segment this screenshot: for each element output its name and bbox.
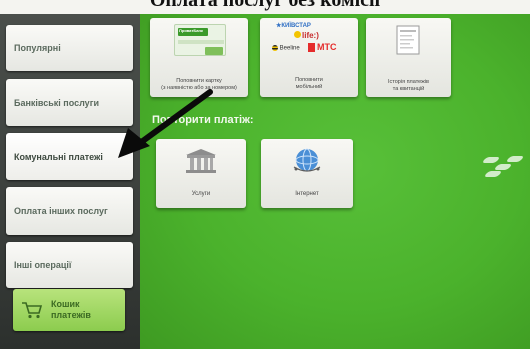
repeat-internet-tile[interactable]: Інтернет bbox=[261, 139, 353, 208]
repeat-payment-title: Повторити платіж: bbox=[152, 114, 254, 126]
tile-caption: Поповнити картку (з наявністю або за ном… bbox=[161, 78, 237, 91]
card-image: ПриватБанк bbox=[174, 24, 226, 56]
sidebar-item-label: Інші операції bbox=[14, 260, 72, 270]
card-brand: ПриватБанк bbox=[179, 28, 203, 33]
main-screen: ПриватБанк Поповнити картку (з наявністю… bbox=[140, 14, 530, 349]
sidebar-item-banking[interactable]: Банківські послуги bbox=[6, 79, 133, 126]
tile-caption: Поповнити мобільний bbox=[295, 77, 323, 90]
mts-logo: МТС bbox=[308, 42, 337, 53]
receipt-icon bbox=[396, 25, 420, 55]
cropped-heading: Оплата послуг без комісії bbox=[149, 0, 381, 11]
globe-network-icon bbox=[293, 148, 321, 172]
payment-cart-button[interactable]: Кошик платежів bbox=[13, 289, 125, 331]
life-logo: life:) bbox=[294, 31, 319, 40]
card-chip bbox=[205, 47, 223, 55]
sidebar-item-other-operations[interactable]: Інші операції bbox=[6, 242, 133, 288]
screen-glare bbox=[493, 164, 513, 170]
sidebar-item-label: Популярні bbox=[14, 43, 61, 53]
tile-caption: Інтернет bbox=[295, 191, 319, 197]
sidebar-item-label: Комунальні платежі bbox=[14, 151, 103, 162]
topup-mobile-tile[interactable]: ★КИЇВСТАР life:) Beeline МТС Поповнити м… bbox=[260, 18, 358, 97]
sidebar-item-label: Банківські послуги bbox=[14, 97, 99, 108]
sidebar-item-utilities[interactable]: Комунальні платежі bbox=[6, 133, 133, 180]
tile-caption: Услуги bbox=[191, 191, 211, 197]
kyivstar-logo: ★КИЇВСТАР bbox=[276, 23, 311, 29]
repeat-services-tile[interactable]: Услуги bbox=[156, 139, 246, 208]
cart-label: Кошик платежів bbox=[51, 299, 91, 320]
topup-card-tile[interactable]: ПриватБанк Поповнити картку (з наявністю… bbox=[150, 18, 248, 97]
bank-building-icon bbox=[186, 149, 216, 173]
screen-glare bbox=[483, 171, 503, 177]
screen-glare bbox=[505, 156, 525, 162]
beeline-logo: Beeline bbox=[272, 45, 300, 52]
sidebar-item-popular[interactable]: Популярні bbox=[6, 25, 133, 71]
tile-caption: Історія платежів та квитанцій bbox=[388, 79, 429, 92]
sidebar-item-label: Оплата інших послуг bbox=[14, 206, 108, 216]
payment-history-tile[interactable]: Історія платежів та квитанцій bbox=[366, 18, 451, 97]
card-stripe bbox=[178, 40, 224, 44]
screen-glare bbox=[481, 157, 501, 163]
shopping-cart-icon bbox=[22, 302, 43, 319]
top-strip: Оплата послуг без комісії bbox=[0, 0, 530, 14]
sidebar-item-other-services[interactable]: Оплата інших послуг bbox=[6, 187, 133, 235]
